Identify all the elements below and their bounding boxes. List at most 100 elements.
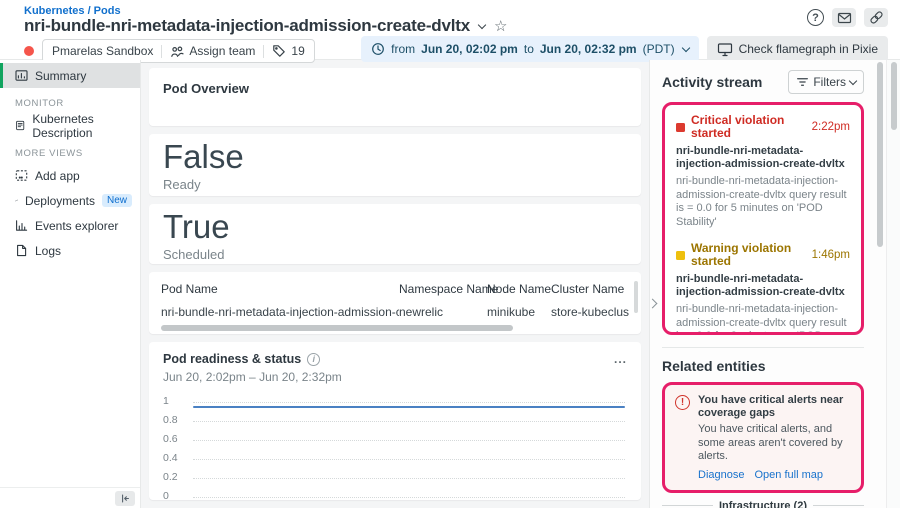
sidebar-item-events-explorer[interactable]: Events explorer xyxy=(0,213,140,238)
sidebar-section-monitor: MONITOR xyxy=(0,88,140,113)
activity-panel: Activity stream Filters Critical violati… xyxy=(649,60,874,508)
panel-scrollbar-track xyxy=(874,60,886,508)
sidebar-section-more-views: MORE VIEWS xyxy=(0,138,140,163)
monitor-icon xyxy=(717,42,733,57)
ready-value: False xyxy=(163,140,627,175)
feedback-button[interactable] xyxy=(832,8,856,27)
table-header-row: Pod Name Namespace Name Node Name Cluste… xyxy=(161,280,629,302)
add-app-icon xyxy=(15,169,28,182)
activity-highlight-box: Critical violation started 2:22pm nri-bu… xyxy=(662,102,864,335)
series-line-ready xyxy=(193,406,625,408)
link-icon xyxy=(869,10,884,25)
title-chevron-down-icon[interactable] xyxy=(478,20,486,28)
alert-icon: ! xyxy=(675,395,690,410)
activity-time: 1:46pm xyxy=(812,249,850,262)
alert-title: You have critical alerts near coverage g… xyxy=(698,394,851,420)
summary-icon xyxy=(15,69,28,82)
sidebar-footer xyxy=(0,487,140,508)
collapse-left-icon xyxy=(119,493,131,504)
permalink-button[interactable] xyxy=(864,8,888,27)
page-header: Kubernetes / Pods nri-bundle-nri-metadat… xyxy=(0,0,900,60)
logs-icon xyxy=(15,244,28,257)
y-tick: 0.4 xyxy=(163,452,178,464)
diagnose-link[interactable]: Diagnose xyxy=(698,469,744,481)
help-icon[interactable]: ? xyxy=(807,9,824,26)
ready-label: Ready xyxy=(163,177,627,192)
scheduled-value: True xyxy=(163,210,627,245)
pod-info-table: Pod Name Namespace Name Node Name Cluste… xyxy=(149,272,641,334)
page-scrollbar-track xyxy=(886,60,900,508)
activity-item-critical-started[interactable]: Critical violation started 2:22pm nri-bu… xyxy=(676,114,850,229)
scheduled-label: Scheduled xyxy=(163,247,627,262)
y-tick: 1 xyxy=(163,395,169,407)
chart-title: Pod readiness & status xyxy=(163,352,301,366)
pod-overview-title: Pod Overview xyxy=(163,81,627,96)
panel-divider xyxy=(662,347,864,348)
deployments-icon xyxy=(15,194,18,207)
clock-icon xyxy=(371,42,385,56)
sidebar-item-deployments[interactable]: Deployments New xyxy=(0,188,140,213)
filter-icon xyxy=(796,76,809,88)
ready-billboard: False Ready xyxy=(149,134,641,196)
mail-icon xyxy=(837,11,852,25)
people-icon xyxy=(170,45,184,58)
panel-expand-icon[interactable] xyxy=(649,299,657,309)
table-row[interactable]: nri-bundle-nri-metadata-injection-admiss… xyxy=(161,302,629,322)
related-entities-title: Related entities xyxy=(662,358,864,374)
chevron-down-icon xyxy=(681,43,689,51)
favorite-star-icon[interactable]: ☆ xyxy=(494,19,507,34)
bar-chart-icon xyxy=(15,219,28,232)
flamegraph-button[interactable]: Check flamegraph in Pixie xyxy=(707,36,888,62)
assign-team-button[interactable]: Assign team xyxy=(170,44,255,58)
pod-readiness-chart-card: Pod readiness & status i ... Jun 20, 2:0… xyxy=(149,342,641,500)
main-content: Pod Overview False Ready True Scheduled … xyxy=(141,60,649,508)
chart-plot-area[interactable]: 1 0.8 0.6 0.4 0.2 0 2:05pm 2:10pm xyxy=(163,392,627,500)
scheduled-billboard: True Scheduled xyxy=(149,204,641,264)
sidebar-item-kubernetes-description[interactable]: Kubernetes Description xyxy=(0,113,140,138)
pod-overview-card: Pod Overview xyxy=(149,68,641,126)
open-full-map-link[interactable]: Open full map xyxy=(754,469,822,481)
horizontal-scrollbar[interactable] xyxy=(161,325,513,331)
infrastructure-header: Infrastructure (2) xyxy=(662,500,864,508)
account-button[interactable]: Pmarelas Sandbox xyxy=(52,44,153,58)
y-tick: 0.8 xyxy=(163,414,178,426)
alert-description: You have critical alerts, and some areas… xyxy=(698,423,851,464)
document-icon xyxy=(15,119,25,132)
filters-button[interactable]: Filters xyxy=(788,70,864,94)
y-tick: 0.2 xyxy=(163,471,178,483)
column-header: Pod Name xyxy=(161,280,399,302)
node-cell: minikube xyxy=(487,302,551,322)
table-vertical-scrollbar[interactable] xyxy=(634,281,638,313)
chart-subtitle: Jun 20, 2:02pm – Jun 20, 2:32pm xyxy=(163,370,627,384)
tags-button[interactable]: 19 xyxy=(272,44,304,58)
chart-menu-button[interactable]: ... xyxy=(614,352,627,366)
coverage-gap-alert-box: ! You have critical alerts near coverage… xyxy=(662,382,864,493)
info-icon[interactable]: i xyxy=(307,353,320,366)
y-tick: 0 xyxy=(163,490,169,500)
collapse-sidebar-button[interactable] xyxy=(115,491,135,506)
y-tick: 0.6 xyxy=(163,433,178,445)
time-range-picker[interactable]: from Jun 20, 02:02 pm to Jun 20, 02:32 p… xyxy=(361,36,698,62)
pod-name-cell: nri-bundle-nri-metadata-injection-admiss… xyxy=(161,302,399,322)
sidebar-item-summary[interactable]: Summary xyxy=(0,63,140,88)
activity-entity: nri-bundle-nri-metadata-injection-admiss… xyxy=(676,273,850,299)
chevron-down-icon xyxy=(849,76,857,84)
sidebar-item-logs[interactable]: Logs xyxy=(0,238,140,263)
page-scrollbar-thumb[interactable] xyxy=(891,62,897,130)
app-window: Kubernetes / Pods nri-bundle-nri-metadat… xyxy=(0,0,900,508)
panel-scrollbar-thumb[interactable] xyxy=(877,62,883,247)
global-actions: ? xyxy=(807,8,888,27)
activity-description: nri-bundle-nri-metadata-injection-admiss… xyxy=(676,303,850,335)
page-title: nri-bundle-nri-metadata-injection-admiss… xyxy=(24,16,470,36)
column-header: Cluster Name xyxy=(551,280,629,302)
tag-icon xyxy=(272,44,286,58)
namespace-cell: newrelic xyxy=(399,302,487,322)
critical-severity-icon xyxy=(676,123,685,132)
header-right-toolbar: from Jun 20, 02:02 pm to Jun 20, 02:32 p… xyxy=(361,36,888,62)
column-header: Node Name xyxy=(487,280,551,302)
health-status-icon xyxy=(24,46,34,56)
activity-item-warning-started[interactable]: Warning violation started 1:46pm nri-bun… xyxy=(676,242,850,335)
activity-description: nri-bundle-nri-metadata-injection-admiss… xyxy=(676,175,850,229)
cluster-cell: store-kubecluster xyxy=(551,302,629,322)
sidebar-item-add-app[interactable]: Add app xyxy=(0,163,140,188)
